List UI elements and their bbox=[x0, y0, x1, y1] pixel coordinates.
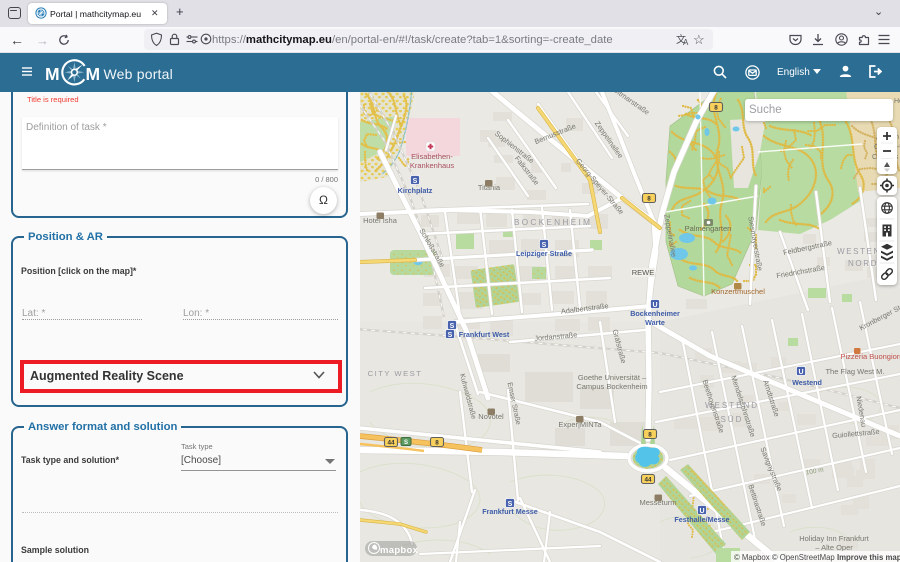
svg-text:8: 8 bbox=[648, 432, 652, 439]
svg-text:Frankfurt West: Frankfurt West bbox=[459, 330, 510, 339]
svg-text:Westend: Westend bbox=[792, 378, 822, 387]
svg-text:Frankfurt Messe: Frankfurt Messe bbox=[482, 507, 538, 516]
svg-text:The Flag West M.: The Flag West M. bbox=[825, 367, 884, 376]
svg-text:8: 8 bbox=[647, 196, 651, 203]
svg-text:BOCKENHEIM: BOCKENHEIM bbox=[514, 217, 592, 227]
svg-text:8: 8 bbox=[714, 105, 718, 112]
svg-text:U: U bbox=[652, 302, 657, 309]
svg-text:S: S bbox=[448, 332, 453, 339]
svg-text:8: 8 bbox=[435, 440, 439, 447]
svg-text:Bockenheimer: Bockenheimer bbox=[630, 309, 680, 318]
svg-text:U: U bbox=[699, 508, 704, 515]
svg-text:Leipziger Straße: Leipziger Straße bbox=[516, 249, 572, 258]
svg-text:Kirchplatz: Kirchplatz bbox=[398, 186, 433, 195]
svg-text:A: A bbox=[683, 38, 689, 46]
svg-text:Krankenhaus: Krankenhaus bbox=[410, 161, 454, 170]
svg-text:U: U bbox=[798, 369, 803, 376]
svg-text:S: S bbox=[413, 178, 418, 185]
svg-text:NORD: NORD bbox=[848, 259, 878, 268]
svg-text:Goethe Universität –: Goethe Universität – bbox=[578, 373, 647, 382]
svg-text:Pizzeria Buongiorn: Pizzeria Buongiorn bbox=[841, 352, 900, 361]
svg-text:Campus Bockenheim: Campus Bockenheim bbox=[576, 382, 647, 391]
svg-text:S: S bbox=[404, 440, 408, 446]
svg-text:CITY WEST: CITY WEST bbox=[368, 369, 423, 378]
svg-text:S: S bbox=[450, 323, 455, 330]
svg-text:Elisabethen-: Elisabethen- bbox=[411, 152, 453, 161]
svg-text:Holiday Inn Frankfurt: Holiday Inn Frankfurt bbox=[799, 534, 870, 543]
svg-text:Festhalle/Messe: Festhalle/Messe bbox=[674, 515, 729, 524]
svg-text:44: 44 bbox=[644, 477, 652, 484]
svg-text:REWE: REWE bbox=[632, 268, 655, 277]
svg-text:S: S bbox=[542, 242, 547, 249]
svg-text:44: 44 bbox=[387, 440, 395, 447]
svg-text:He: He bbox=[894, 98, 900, 105]
svg-text:Warte: Warte bbox=[645, 318, 665, 327]
svg-text:WESTEN: WESTEN bbox=[837, 247, 881, 256]
